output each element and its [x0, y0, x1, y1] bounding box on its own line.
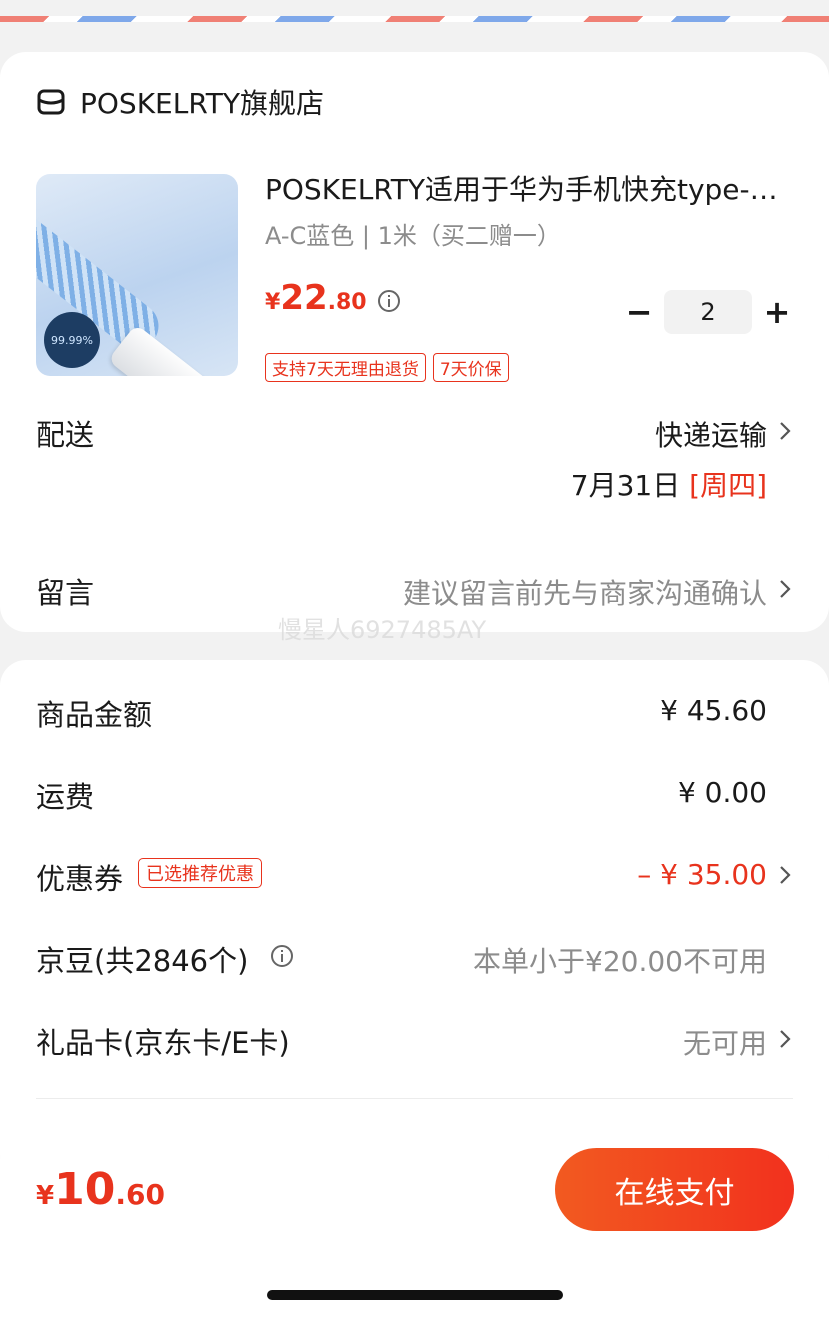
price-summary-card: 商品金额 ¥ 45.60 运费 ¥ 0.00 优惠券 已选推荐优惠 – ¥ 35…	[0, 660, 829, 1180]
product-image[interactable]: 99.99%	[36, 174, 238, 376]
checkout-bar: ¥ 10 .60 在线支付	[0, 1134, 829, 1317]
quantity-field[interactable]: 2	[664, 290, 752, 334]
goods-amount-value: ¥ 45.60	[660, 694, 767, 727]
giftcard-value[interactable]: 无可用	[683, 1022, 767, 1062]
message-label: 留言	[36, 576, 95, 610]
total-decimal: .60	[115, 1178, 165, 1211]
total-integer: 10	[54, 1164, 116, 1215]
delivery-date-text: 7月31日	[570, 469, 681, 502]
pay-online-button[interactable]: 在线支付	[555, 1148, 794, 1231]
message-chevron-icon[interactable]	[777, 578, 793, 600]
store-header[interactable]: POSKELRTY旗舰店	[36, 82, 324, 122]
product-price: ¥ 22 .80	[265, 278, 367, 318]
summary-divider	[36, 1098, 793, 1099]
jingdou-label: 京豆(共2846个)	[36, 944, 249, 978]
total-symbol: ¥	[36, 1181, 55, 1211]
delivery-method[interactable]: 快递运输	[655, 414, 767, 454]
coupon-label: 优惠券	[36, 862, 124, 896]
product-title[interactable]: POSKELRTY适用于华为手机快充type-c数据线	[265, 168, 789, 208]
increase-button[interactable]: +	[762, 290, 792, 334]
return-policy-tag: 支持7天无理由退货	[265, 353, 426, 382]
price-decimal: .80	[327, 290, 367, 315]
giftcard-label: 礼品卡(京东卡/E卡)	[36, 1026, 290, 1060]
coupon-value[interactable]: – ¥ 35.00	[637, 858, 767, 891]
product-spec[interactable]: A-C蓝色 | 1米（买二赠一）	[265, 216, 561, 251]
giftcard-chevron-icon[interactable]	[777, 1028, 793, 1050]
price-symbol: ¥	[265, 290, 281, 315]
delivery-label: 配送	[36, 418, 95, 452]
watermark-text: 慢星人6927485AY	[278, 616, 487, 644]
shipping-value: ¥ 0.00	[677, 776, 767, 809]
goods-amount-label: 商品金额	[36, 698, 153, 732]
message-input[interactable]: 建议留言前先与商家沟通确认	[403, 572, 767, 612]
delivery-weekday: [周四]	[689, 469, 767, 502]
service-tags: 支持7天无理由退货 7天价保	[265, 353, 516, 382]
charge-badge: 99.99%	[44, 312, 100, 368]
coupon-recommend-tag: 已选推荐优惠	[138, 858, 262, 888]
price-info-icon[interactable]	[377, 289, 401, 313]
jingdou-value: 本单小于¥20.00不可用	[473, 945, 767, 978]
store-icon	[37, 89, 65, 115]
delivery-date: 7月31日 [周四]	[571, 464, 767, 504]
price-protect-tag: 7天价保	[432, 353, 509, 382]
order-item-card: POSKELRTY旗舰店 99.99% POSKELRTY适用于华为手机快充ty…	[0, 52, 829, 632]
delivery-chevron-icon[interactable]	[777, 420, 793, 442]
shipping-label: 运费	[36, 780, 95, 814]
coupon-chevron-icon[interactable]	[777, 864, 793, 886]
decrease-button[interactable]: −	[624, 290, 654, 334]
jingdou-info-icon[interactable]	[270, 944, 294, 968]
price-integer: 22	[280, 278, 328, 318]
airmail-stripe-border	[0, 16, 829, 22]
quantity-stepper: − 2 +	[624, 290, 792, 334]
total-price: ¥ 10 .60	[36, 1164, 165, 1215]
store-name: POSKELRTY旗舰店	[80, 87, 324, 120]
home-indicator[interactable]	[267, 1290, 563, 1300]
